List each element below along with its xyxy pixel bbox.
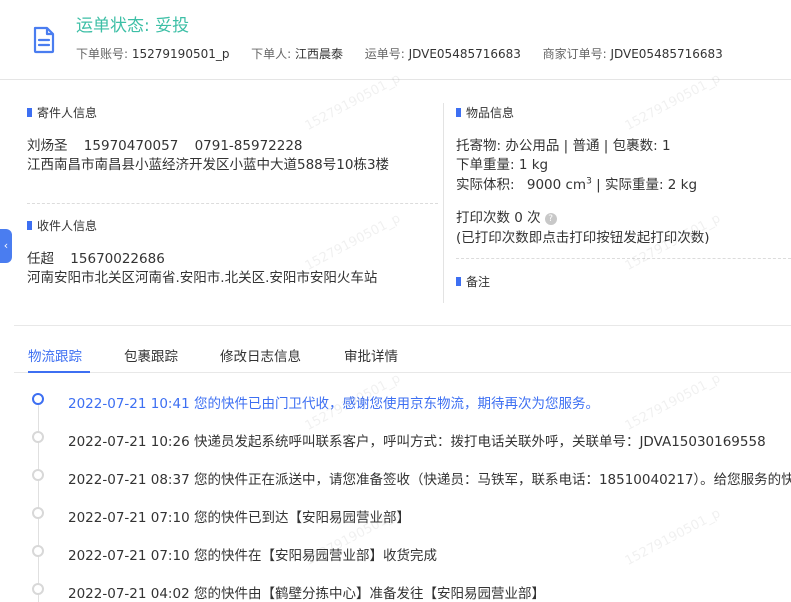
help-icon[interactable]: ? [544,213,557,225]
merchant-order-label: 商家订单号: [542,47,607,61]
order-header: 运单状态: 妥投 下单账号: 15279190501_p 下单人: 江西晨泰 运… [0,0,791,80]
tab-change-log[interactable]: 修改日志信息 [220,345,301,365]
watermark: 15279190501_p [302,71,404,134]
volume-value: 9000 cm [526,177,587,193]
section-divider [27,203,438,204]
orderer-value: 江西晨泰 [295,47,344,61]
sender-contact: 刘炀圣 15970470057 0791-85972228 [27,134,303,154]
sender-address: 江西南昌市南昌县小蓝经济开发区小蓝中大道588号10栋3楼 [27,157,390,173]
actual-weight: | 实际重量: 2 kg [596,177,698,193]
watermark: 15279190501_p [622,371,724,434]
timeline-dot [32,431,44,443]
waybill-status-title: 运单状态: 妥投 [76,16,190,36]
timeline-dot [32,393,44,405]
print-count: 打印次数 0 次 [456,210,541,226]
timeline-entry: 2022-07-21 07:10 您的快件在【安阳易园营业部】收货完成 [68,548,437,564]
volume-label: 实际体积: [456,177,515,193]
timeline-entry: 2022-07-21 08:37 您的快件正在派送中，请您准备签收（快递员：马铁… [68,472,791,488]
tab-logistics-tracking[interactable]: 物流跟踪 [28,345,82,365]
remark-section-title: 备注 [456,273,490,290]
waybill-value: JDVE05485716683 [408,47,521,61]
timeline-entry: 2022-07-21 10:26 快递员发起系统呼叫联系客户，呼叫方式：拨打电话… [68,434,766,450]
item-volume-line: 实际体积: 9000 cm3 | 实际重量: 2 kg [456,173,698,194]
print-hint: (已打印次数即点击打印按钮发起打印次数) [456,230,710,246]
order-account-value: 15279190501_p [131,47,230,61]
watermark: 15279190501_p [302,211,404,274]
receiver-section-title: 收件人信息 [27,217,97,234]
item-order-weight: 下单重量: 1 kg [456,157,549,173]
sender-phone: 15970470057 [83,138,179,154]
active-tab-indicator [28,371,90,373]
timeline-dot [32,469,44,481]
volume-unit-superscript: 3 [586,176,592,187]
orderer-label: 下单人: [251,47,292,61]
watermark: 15279190501_p [622,71,724,134]
receiver-contact: 任超 15670022686 [27,247,165,267]
tab-package-tracking[interactable]: 包裹跟踪 [124,345,178,365]
order-account-label: 下单账号: [76,47,129,61]
timeline-entry: 2022-07-21 10:41 您的快件已由门卫代收，感谢您使用京东物流，期待… [68,396,599,412]
watermark: 15279190501_p [622,506,724,569]
receiver-address: 河南安阳市北关区河南省.安阳市.北关区.安阳市安阳火车站 [27,270,378,286]
order-meta-row: 下单账号: 15279190501_p 下单人: 江西晨泰 运单号: JDVE0… [76,45,723,62]
document-icon [33,26,55,54]
timeline-entry: 2022-07-21 04:02 您的快件由【鹤壁分拣中心】准备发往【安阳易园营… [68,586,545,602]
sender-section-title: 寄件人信息 [27,104,97,121]
tabs-divider [14,325,791,326]
sender-tel: 0791-85972228 [194,138,303,154]
timeline-dot [32,545,44,557]
timeline-entry: 2022-07-21 07:10 您的快件已到达【安阳易园营业部】 [68,510,410,526]
sender-name: 刘炀圣 [27,138,68,154]
merchant-order-value: JDVE05485716683 [610,47,723,61]
receiver-name: 任超 [27,251,54,267]
sidebar-toggle-button[interactable]: ‹ [0,229,12,263]
timeline-dot [32,507,44,519]
section-divider [456,258,791,259]
tab-approval-details[interactable]: 审批详情 [344,345,398,365]
item-goods-line: 托寄物: 办公用品 | 普通 | 包裹数: 1 [456,138,671,154]
receiver-phone: 15670022686 [70,251,165,267]
column-divider [443,103,444,303]
timeline-dot [32,583,44,595]
waybill-label: 运单号: [364,47,405,61]
item-section-title: 物品信息 [456,104,514,121]
detail-tabs: 物流跟踪 包裹跟踪 修改日志信息 审批详情 [14,333,791,373]
print-count-line: 打印次数 0 次? [456,206,557,226]
